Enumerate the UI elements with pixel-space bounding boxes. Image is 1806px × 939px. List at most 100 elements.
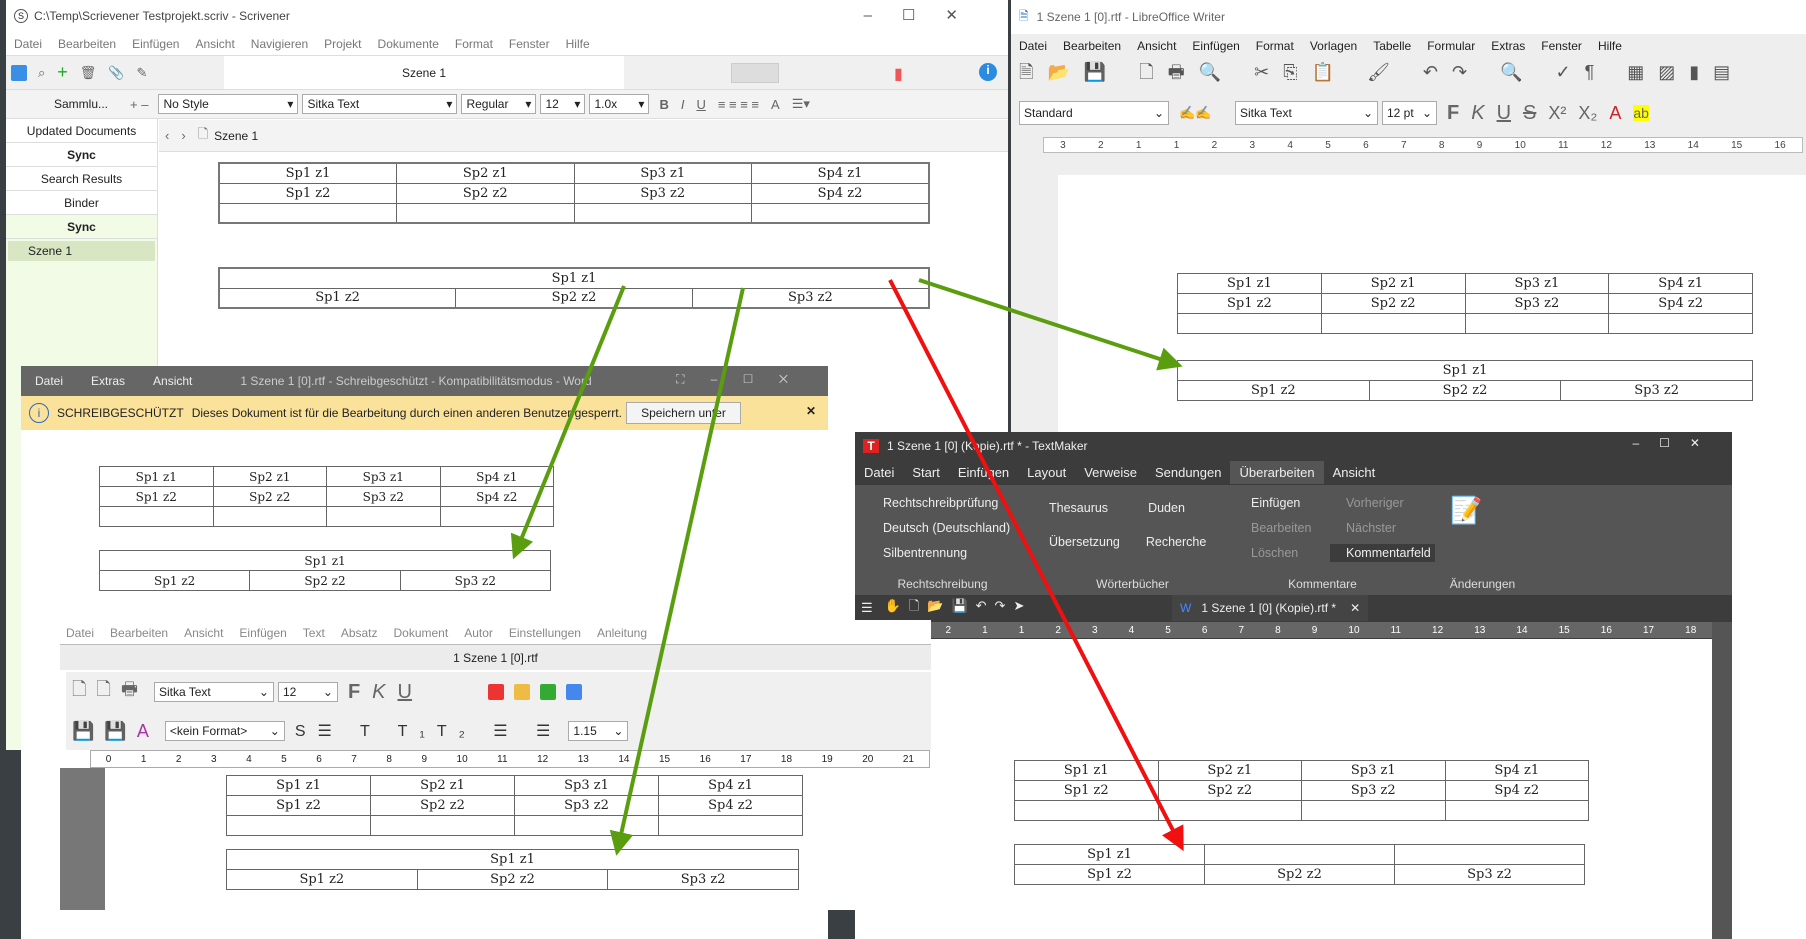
- menu-item[interactable]: Einfügen: [239, 626, 286, 640]
- menu-item[interactable]: Ansicht: [1137, 39, 1176, 53]
- subscript-button[interactable]: X₂: [1578, 103, 1597, 124]
- table-cell[interactable]: Sp1 z1: [1177, 273, 1322, 294]
- menu-navigieren[interactable]: Navigieren: [251, 37, 308, 51]
- menu-format[interactable]: Format: [455, 37, 493, 51]
- table-cell[interactable]: [751, 202, 930, 224]
- table-cell[interactable]: [218, 202, 397, 224]
- tab-updated-documents[interactable]: Updated Documents: [6, 119, 157, 143]
- table-cell[interactable]: Sp2 z2: [396, 182, 575, 204]
- menu-einfuegen[interactable]: Einfügen: [132, 37, 179, 51]
- menu-ansicht[interactable]: Ansicht: [195, 37, 234, 51]
- layout-icon[interactable]: [11, 64, 27, 81]
- ribbon-tab[interactable]: Einfügen: [949, 461, 1018, 484]
- menu-item[interactable]: Fenster: [1541, 39, 1582, 53]
- file-icons[interactable]: 🗋🗋🖶: [72, 677, 148, 707]
- quick-actions[interactable]: ✋🗋📂💾↶↷➤: [885, 597, 1033, 619]
- edit-icon[interactable]: ✎: [137, 65, 148, 81]
- table-cell[interactable]: Sp1 z1: [1014, 760, 1159, 781]
- menu-datei[interactable]: Datei: [35, 374, 63, 388]
- vertical-scrollbar[interactable]: [1712, 622, 1732, 939]
- italic-button[interactable]: K: [372, 681, 385, 704]
- menu-fenster[interactable]: Fenster: [509, 37, 550, 51]
- sync-header[interactable]: Sync: [6, 215, 157, 239]
- strike-button[interactable]: S: [1523, 102, 1536, 125]
- menu-hilfe[interactable]: Hilfe: [566, 37, 590, 51]
- table-cell[interactable]: [1014, 800, 1159, 821]
- spacing-select[interactable]: 1.0x ▾: [589, 94, 650, 114]
- size-select[interactable]: 12 ▾: [540, 94, 586, 114]
- window-controls[interactable]: ⛶–☐✕: [676, 372, 814, 387]
- menu-item[interactable]: Autor: [464, 626, 493, 640]
- forward-icon[interactable]: ›: [181, 128, 185, 143]
- table-cell[interactable]: Sp4 z1: [751, 162, 930, 184]
- table-cell[interactable]: Sp2 z1: [370, 775, 515, 796]
- paragraph-icons[interactable]: S☰ T T₁T₂ ☰ ☰: [295, 721, 563, 741]
- document-tab[interactable]: W 1 Szene 1 [0] (Kopie).rtf * ✕: [1172, 595, 1369, 621]
- ribbon-tab[interactable]: Sendungen: [1146, 461, 1231, 484]
- size-select[interactable]: 12 ⌄: [277, 682, 338, 702]
- menu-icon[interactable]: ☰: [861, 600, 873, 616]
- menu-item[interactable]: Ansicht: [184, 626, 223, 640]
- translation-button[interactable]: Übersetzung: [1033, 535, 1120, 549]
- table-cell[interactable]: Sp4 z1: [658, 775, 803, 796]
- tab-sync[interactable]: Sync: [6, 143, 157, 167]
- table-cell[interactable]: Sp1 z1: [218, 267, 930, 289]
- align-icons[interactable]: ≡ ≡ ≡ ≡: [718, 97, 759, 112]
- text-color-icon[interactable]: A: [771, 97, 780, 112]
- menu-bearbeiten[interactable]: Bearbeiten: [58, 37, 116, 51]
- back-icon[interactable]: ‹: [165, 128, 169, 143]
- duden-button[interactable]: Duden: [1132, 501, 1185, 515]
- table-cell[interactable]: [1177, 313, 1322, 334]
- comment-previous-button[interactable]: Vorheriger: [1330, 496, 1404, 510]
- table-cell[interactable]: [439, 506, 554, 527]
- binder-item-szene-1[interactable]: Szene 1: [8, 241, 155, 261]
- note-blue-icon[interactable]: [565, 684, 582, 700]
- style-select[interactable]: No Style ▾: [158, 94, 299, 114]
- comment-delete-button[interactable]: Löschen: [1235, 541, 1330, 566]
- table-cell[interactable]: Sp3 z2: [399, 570, 552, 591]
- ribbon-tab[interactable]: Verweise: [1075, 461, 1146, 484]
- menu-item[interactable]: Datei: [1019, 39, 1047, 53]
- menu-item[interactable]: Extras: [1491, 39, 1525, 53]
- collection-label[interactable]: Sammlu...: [54, 97, 124, 111]
- table-cell[interactable]: Sp4 z2: [439, 486, 554, 507]
- table-cell[interactable]: [514, 815, 659, 836]
- style-icons[interactable]: ✍✍: [1179, 105, 1229, 121]
- track-changes-icon[interactable]: 📝: [1450, 495, 1482, 526]
- table-cell[interactable]: Sp2 z2: [455, 287, 693, 309]
- ruler[interactable]: 3 2 1 1 2 3 4 5 6 7 8 9 10 11 12 13 14 15 16: [1043, 137, 1803, 153]
- table-cell[interactable]: [396, 202, 575, 224]
- table-cell[interactable]: [99, 506, 214, 527]
- table-cell[interactable]: Sp3 z2: [514, 795, 659, 816]
- italic-button[interactable]: I: [681, 97, 685, 112]
- search-icon[interactable]: ⌕: [38, 65, 45, 81]
- table-cell[interactable]: Sp3 z1: [573, 162, 752, 184]
- table-cell[interactable]: Sp1 z2: [226, 869, 418, 890]
- table-cell[interactable]: Sp4 z2: [1608, 293, 1753, 314]
- window-controls[interactable]: –☐✕: [864, 6, 988, 24]
- menu-item[interactable]: Bearbeiten: [1063, 39, 1121, 53]
- table-cell[interactable]: Sp2 z1: [396, 162, 575, 184]
- menu-item[interactable]: Einstellungen: [509, 626, 581, 640]
- menu-item[interactable]: Datei: [66, 626, 94, 640]
- table-cell[interactable]: Sp4 z2: [658, 795, 803, 816]
- table-cell[interactable]: [1320, 313, 1466, 334]
- close-banner-icon[interactable]: ✕: [806, 404, 816, 418]
- bookmark-icon[interactable]: ▮: [894, 64, 903, 84]
- table-cell[interactable]: Sp1 z1: [218, 162, 397, 184]
- table-cell[interactable]: Sp3 z1: [1301, 760, 1446, 781]
- table-cell[interactable]: Sp1 z1: [1014, 844, 1205, 865]
- list-icon[interactable]: ☰▾: [792, 96, 810, 112]
- add-icon[interactable]: +: [57, 62, 68, 83]
- ribbon-tab[interactable]: Datei: [855, 461, 903, 484]
- table-cell[interactable]: Sp3 z1: [514, 775, 659, 796]
- thesaurus-button[interactable]: Thesaurus: [1033, 501, 1108, 515]
- save-icons[interactable]: 💾💾A: [72, 721, 159, 742]
- menu-item[interactable]: Vorlagen: [1310, 39, 1357, 53]
- table-cell[interactable]: Sp1 z1: [99, 466, 214, 487]
- table-cell[interactable]: [573, 202, 752, 224]
- table-cell[interactable]: Sp4 z1: [1444, 760, 1589, 781]
- table-cell[interactable]: [1157, 800, 1302, 821]
- size-select[interactable]: 12 pt ⌄: [1382, 101, 1437, 125]
- ribbon-tab[interactable]: Überarbeiten: [1230, 460, 1324, 484]
